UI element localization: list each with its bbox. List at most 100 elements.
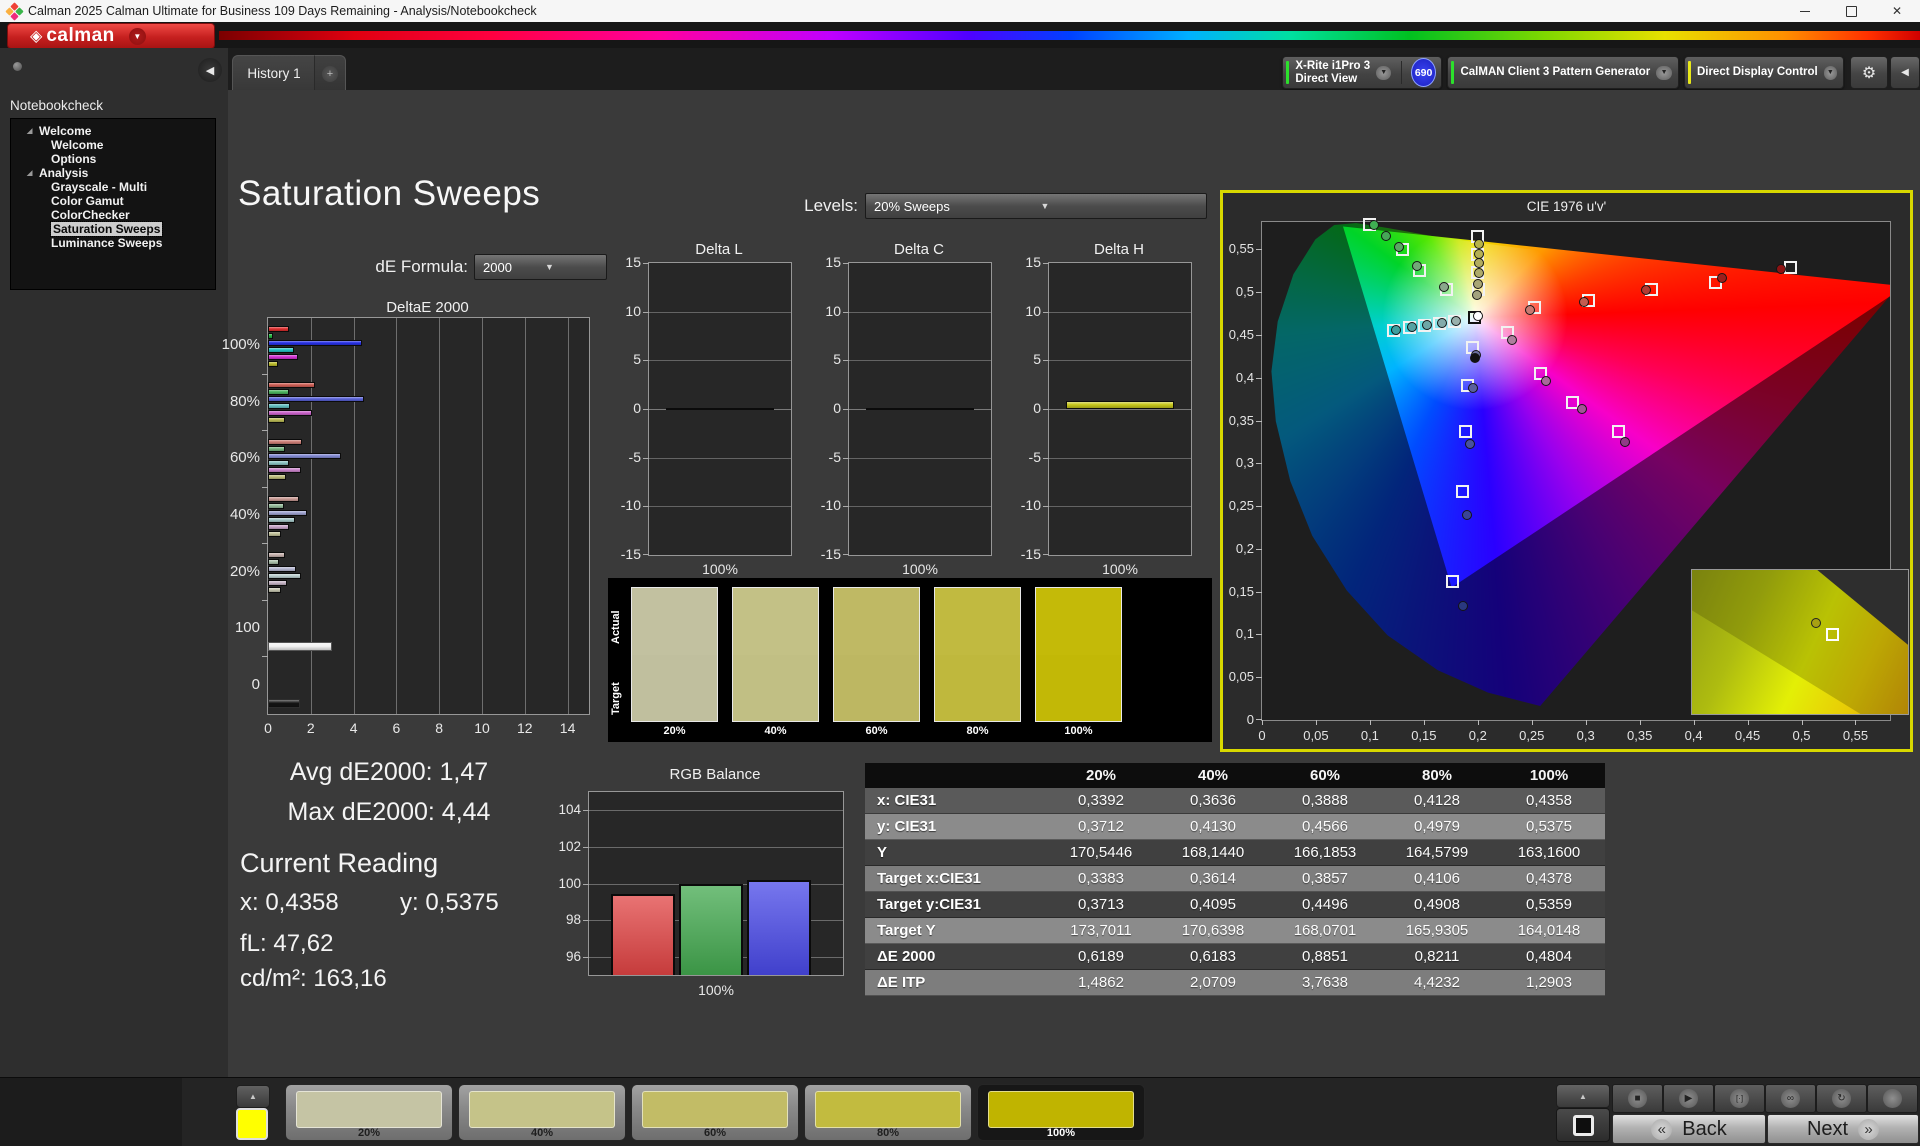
gridline <box>649 312 791 313</box>
minimize-button[interactable] <box>1782 0 1828 22</box>
sidebar-item-grayscale-multi[interactable]: Grayscale - Multi <box>11 180 215 194</box>
sidebar-item-welcome[interactable]: Welcome <box>11 138 215 152</box>
expand-controls-button[interactable]: ▲ <box>1556 1084 1610 1108</box>
group-label: 100% <box>200 336 260 353</box>
table-cell: 0,4496 <box>1269 896 1381 913</box>
expand-swatch-tray-button[interactable]: ▲ <box>236 1085 270 1108</box>
bar <box>268 354 298 360</box>
measured-point <box>1717 273 1727 283</box>
y-tick-label: 15 <box>807 254 841 270</box>
pattern-generator-selector[interactable]: CalMAN Client 3 Pattern Generator ▼ <box>1447 56 1679 89</box>
pattern-generator-label: CalMAN Client 3 Pattern Generator <box>1460 66 1650 79</box>
sidebar-item-welcome[interactable]: ◢Welcome <box>11 124 215 138</box>
y-tick-label: 5 <box>807 351 841 367</box>
close-button[interactable]: ✕ <box>1874 0 1920 22</box>
bar <box>268 403 290 409</box>
y-tick <box>1043 360 1049 361</box>
sidebar-item-color-gamut[interactable]: Color Gamut <box>11 194 215 208</box>
blank-button[interactable] <box>1867 1084 1918 1113</box>
main-canvas: Saturation Sweeps Levels: 20% Sweeps ▼ d… <box>228 90 1920 1078</box>
bar-green <box>679 884 743 976</box>
swatch-actual <box>733 588 818 655</box>
table-row: ΔE 20000,61890,61830,88510,82110,4804 <box>865 944 1605 970</box>
calman-menu-button[interactable]: ◈ calman ▼ <box>7 23 215 49</box>
tree-expander-icon[interactable]: ◢ <box>27 167 32 181</box>
measured-point <box>1641 285 1651 295</box>
current-patch-swatch[interactable] <box>236 1108 268 1140</box>
patch-button-60%[interactable]: 60% <box>631 1084 799 1141</box>
patch-button-80%[interactable]: 80% <box>804 1084 972 1141</box>
gridline <box>849 458 991 459</box>
reading-y: y: 0,5375 <box>400 889 499 917</box>
play-button[interactable]: ▶ <box>1663 1084 1714 1113</box>
column-header: 80% <box>1381 767 1493 784</box>
stop-measure-button[interactable] <box>1556 1108 1610 1142</box>
measured-point <box>1541 376 1551 386</box>
divider <box>1401 61 1402 84</box>
rgb-balance-title: RGB Balance <box>588 766 842 783</box>
swatch-80%[interactable] <box>934 587 1021 722</box>
bar <box>666 408 774 410</box>
display-control-selector[interactable]: Direct Display Control ▼ <box>1684 56 1844 89</box>
collapse-toolbar-button[interactable]: ◀ <box>1890 56 1920 89</box>
tree-expander-icon[interactable]: ◢ <box>27 125 32 139</box>
table-row: Target x:CIE310,33830,36140,38570,41060,… <box>865 866 1605 892</box>
measured-point <box>1391 325 1401 335</box>
table-cell: 0,4130 <box>1157 818 1269 835</box>
meter-label: X-Rite i1Pro 3Direct View <box>1295 60 1370 86</box>
meter-selector[interactable]: X-Rite i1Pro 3Direct View ▼ 690 <box>1282 56 1442 89</box>
sidebar-collapse-button[interactable]: ◀ <box>198 58 222 82</box>
sidebar-item-analysis[interactable]: ◢Analysis <box>11 166 215 180</box>
bar <box>268 566 296 572</box>
swatch-20%[interactable] <box>631 587 718 722</box>
gridline <box>1049 360 1191 361</box>
column-header: 60% <box>1269 767 1381 784</box>
back-button[interactable]: « Back <box>1612 1114 1766 1144</box>
levels-dropdown[interactable]: 20% Sweeps ▼ <box>865 193 1207 219</box>
delta-h-title: Delta H <box>1048 241 1190 258</box>
table-cell: 0,4804 <box>1493 948 1605 965</box>
tab-strip: History 1 + X-Rite i1Pro 3Direct View ▼ … <box>0 48 1920 90</box>
table-cell: 0,6189 <box>1045 948 1157 965</box>
sidebar: ◀ Notebookcheck ◢WelcomeWelcomeOptions◢A… <box>0 48 228 1078</box>
x-tick <box>1855 720 1856 725</box>
sidebar-item-colorchecker[interactable]: ColorChecker <box>11 208 215 222</box>
add-tab-button[interactable]: + <box>314 55 346 91</box>
table-cell: 0,3614 <box>1157 870 1269 887</box>
restore-button[interactable] <box>1828 0 1874 22</box>
y-tick-label: 104 <box>549 802 581 817</box>
y-tick <box>1256 249 1262 250</box>
y-tick <box>1256 677 1262 678</box>
settings-button[interactable]: ⚙ <box>1850 56 1888 89</box>
y-tick-label: 0,55 <box>1216 241 1254 256</box>
sidebar-item-luminance-sweeps[interactable]: Luminance Sweeps <box>11 236 215 250</box>
loop-button[interactable]: ∞ <box>1765 1084 1816 1113</box>
measured-point <box>1473 279 1483 289</box>
cie-1976-panel[interactable]: CIE 1976 u'v' 00,050,10,150,20,250,30,35… <box>1220 190 1913 752</box>
patch-button-40%[interactable]: 40% <box>458 1084 626 1141</box>
next-button[interactable]: Next » <box>1767 1114 1919 1144</box>
y-tick <box>583 884 589 885</box>
de-formula-dropdown[interactable]: 2000 ▼ <box>474 254 607 280</box>
bar <box>268 642 332 651</box>
table-row: x: CIE310,33920,36360,38880,41280,4358 <box>865 788 1605 814</box>
bar <box>268 517 295 523</box>
swatch-100%[interactable] <box>1035 587 1122 722</box>
stop-button[interactable]: ■ <box>1612 1084 1663 1113</box>
patch-button-100%[interactable]: 100% <box>977 1084 1145 1141</box>
range-button[interactable]: [·] <box>1714 1084 1765 1113</box>
swatch-60%[interactable] <box>833 587 920 722</box>
y-tick <box>583 847 589 848</box>
bar <box>268 410 312 416</box>
tab-history-1[interactable]: History 1 <box>232 55 316 91</box>
sidebar-item-options[interactable]: Options <box>11 152 215 166</box>
x-tick-label: 2 <box>301 720 321 736</box>
refresh-button[interactable]: ↻ <box>1816 1084 1867 1113</box>
swatch-40%[interactable] <box>732 587 819 722</box>
group-label: 100 <box>200 619 260 636</box>
meter-badge[interactable]: 690 <box>1411 58 1436 87</box>
patch-button-20%[interactable]: 20% <box>285 1084 453 1141</box>
y-tick <box>1256 292 1262 293</box>
sidebar-item-saturation-sweeps[interactable]: Saturation Sweeps <box>11 222 215 236</box>
workflow-title: Notebookcheck <box>10 98 103 113</box>
